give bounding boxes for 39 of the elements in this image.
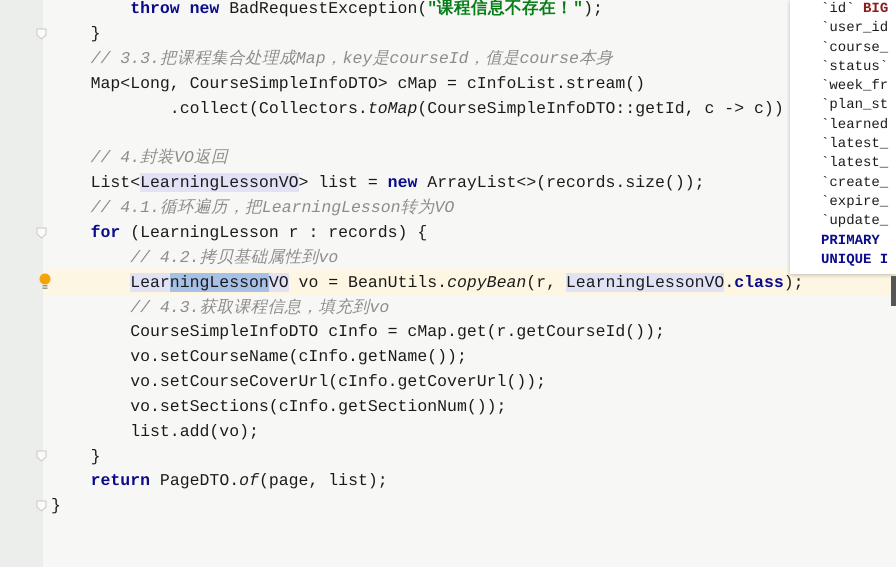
popup-line: `latest_ bbox=[821, 154, 890, 174]
code-line: vo.setSections(cInfo.getSectionNum()); bbox=[130, 396, 506, 418]
code-line: List<LearningLessonVO> list = new ArrayList<>(records.size()); bbox=[90, 172, 705, 194]
code-line: Map<Long, CourseSimpleInfoDTO> cMap = cInfoList.stream() bbox=[90, 72, 646, 95]
popup-line: `week_fr bbox=[821, 77, 890, 96]
code-line: } bbox=[51, 495, 61, 518]
code-line: LearningLessonVO vo = BeanUtils.copyBean(r, LearningLessonVO.class); bbox=[130, 272, 804, 294]
code-line: .collect(Collectors.toMap(CourseSimpleInfoDTO::getId, c -> c)) bbox=[170, 98, 784, 120]
popup-line: `status` bbox=[821, 58, 890, 77]
code-line: // 4.1.循环遍历，把LearningLesson转为VO bbox=[90, 197, 454, 220]
code-line: CourseSimpleInfoDTO cInfo = cMap.get(r.getCourseId()); bbox=[130, 321, 665, 344]
popup-line: `learned bbox=[821, 116, 890, 135]
popup-line: `user_id bbox=[821, 19, 890, 38]
code-line: // 4.3.获取课程信息，填充到vo bbox=[130, 296, 390, 319]
popup-line: `plan_st bbox=[821, 96, 890, 116]
popup-line: `update_ bbox=[821, 212, 890, 232]
scrollbar-thumb[interactable] bbox=[891, 276, 896, 306]
popup-line: `course_ bbox=[821, 38, 890, 58]
popup-line: `expire_ bbox=[821, 192, 890, 212]
code-line: for (LearningLesson r : records) { bbox=[90, 222, 428, 244]
code-line: return PageDTO.of(page, list); bbox=[90, 470, 388, 492]
popup-line: `create_ bbox=[821, 174, 890, 193]
popup-line: PRIMARY bbox=[821, 232, 881, 251]
lightbulb-icon[interactable] bbox=[39, 273, 51, 292]
fold-icon[interactable] bbox=[36, 226, 47, 239]
fold-icon[interactable] bbox=[36, 500, 47, 512]
fold-icon[interactable] bbox=[36, 28, 47, 40]
popup-line: UNIQUE I bbox=[821, 250, 890, 270]
code-line: } bbox=[90, 446, 100, 468]
code-line: // 4.封装VO返回 bbox=[90, 147, 228, 170]
popup-line: `latest_ bbox=[821, 135, 890, 154]
code-line: // 3.3.把课程集合处理成Map，key是courseId，值是course本身 bbox=[90, 48, 613, 70]
code-line: } bbox=[90, 23, 100, 46]
popup-line: `id` BIG bbox=[821, 0, 890, 19]
fold-icon[interactable] bbox=[36, 450, 47, 462]
code-line: vo.setCourseName(cInfo.getName()); bbox=[130, 346, 467, 368]
code-line: list.add(vo); bbox=[130, 420, 259, 443]
code-line: vo.setCourseCoverUrl(cInfo.getCoverUrl()); bbox=[130, 371, 546, 394]
code-line: // 4.2.拷贝基础属性到vo bbox=[130, 246, 338, 269]
